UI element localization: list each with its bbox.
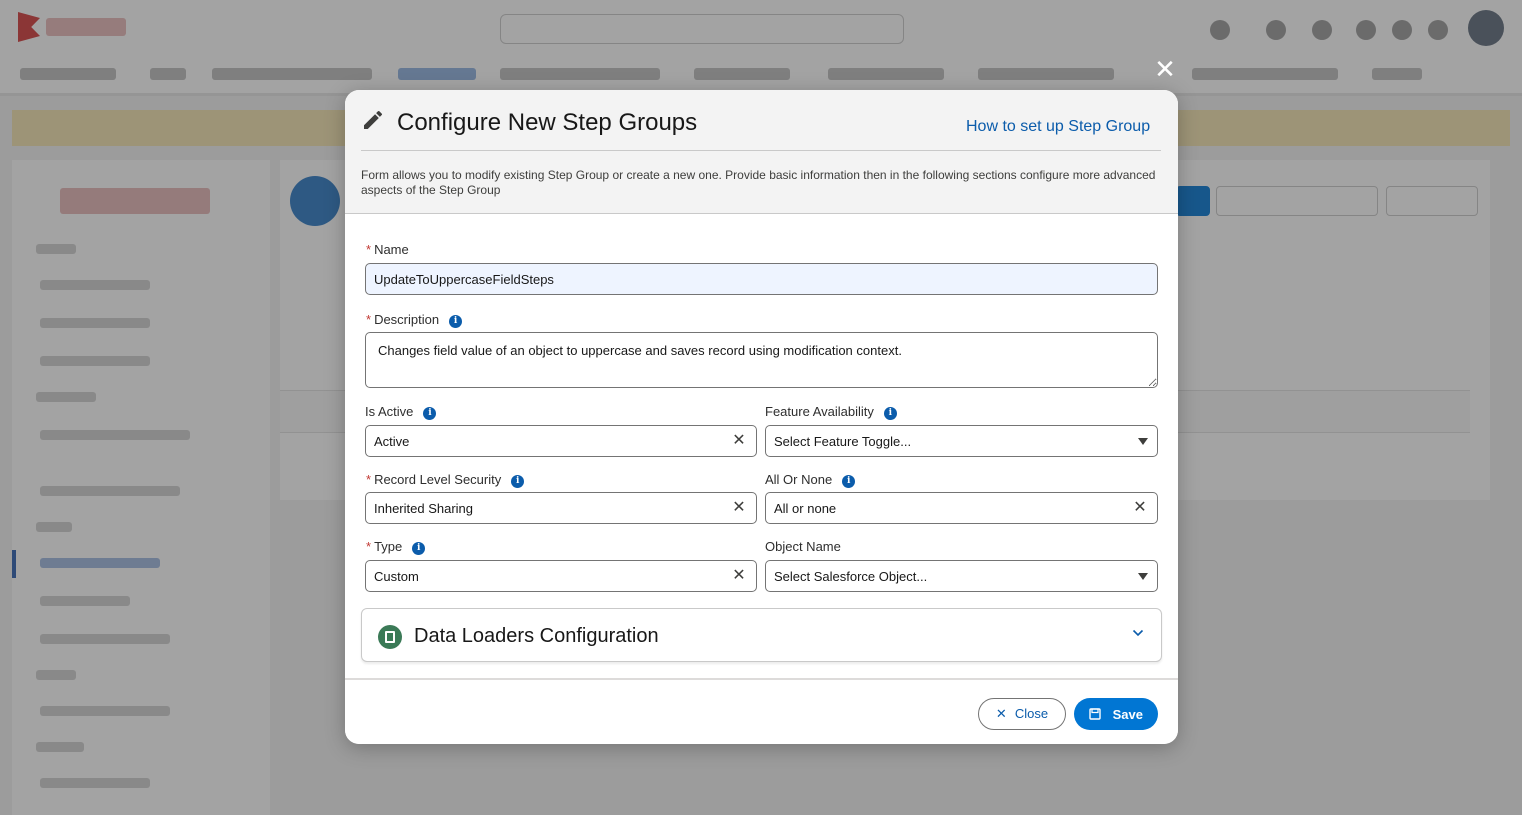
all-or-none-label: All Or None i — [765, 472, 856, 488]
object-name-combobox[interactable]: Select Salesforce Object... — [765, 560, 1158, 592]
modal-title: Configure New Step Groups — [397, 109, 698, 136]
save-button[interactable]: Save — [1074, 698, 1158, 730]
info-icon[interactable]: i — [511, 475, 525, 488]
close-icon: ✕ — [1154, 54, 1176, 84]
modal-intro-text: Form allows you to modify existing Step … — [361, 168, 1156, 197]
header-divider — [361, 150, 1161, 151]
name-input[interactable] — [365, 263, 1158, 295]
step-group-modal: Configure New Step Groups How to set up … — [345, 90, 1178, 744]
object-name-label: Object Name — [765, 539, 841, 555]
caret-down-icon — [1138, 573, 1148, 580]
save-icon — [1089, 707, 1105, 722]
clear-icon[interactable]: ✕ — [730, 499, 748, 517]
is-active-label: Is Active i — [365, 404, 437, 420]
record-level-security-combobox[interactable]: Inherited Sharing ✕ — [365, 492, 757, 524]
object-name-label-text: Object Name — [765, 539, 841, 554]
description-label: * Description i — [366, 312, 463, 328]
clear-icon[interactable]: ✕ — [1131, 499, 1149, 517]
required-marker: * — [366, 472, 372, 487]
is-active-combobox[interactable]: Active ✕ — [365, 425, 757, 457]
feature-availability-combobox[interactable]: Select Feature Toggle... — [765, 425, 1158, 457]
name-label: * Name — [366, 242, 409, 258]
info-icon[interactable]: i — [423, 407, 437, 420]
clear-icon[interactable]: ✕ — [730, 432, 748, 450]
info-icon[interactable]: i — [449, 315, 463, 328]
feature-availability-label: Feature Availability i — [765, 404, 897, 420]
pencil-icon — [364, 110, 383, 129]
required-marker: * — [366, 242, 372, 257]
all-or-none-combobox[interactable]: All or none ✕ — [765, 492, 1158, 524]
info-icon[interactable]: i — [842, 475, 856, 488]
all-or-none-label-text: All Or None — [765, 472, 833, 487]
is-active-value: Active — [374, 434, 410, 449]
accordion-title: Data Loaders Configuration — [414, 625, 659, 647]
help-link[interactable]: How to set up Step Group — [966, 118, 1150, 136]
description-textarea[interactable]: Changes field value of an object to uppe… — [365, 332, 1158, 388]
record-level-security-label: * Record Level Security i — [366, 472, 525, 488]
type-combobox[interactable]: Custom ✕ — [365, 560, 757, 592]
name-label-text: Name — [374, 242, 409, 257]
record-level-security-label-text: Record Level Security — [374, 472, 502, 487]
all-or-none-value: All or none — [774, 501, 837, 516]
type-label: * Type i — [366, 539, 426, 555]
description-label-text: Description — [374, 312, 440, 327]
chevron-down-icon[interactable] — [1132, 627, 1144, 639]
save-button-label: Save — [1112, 706, 1143, 722]
type-value: Custom — [374, 569, 419, 584]
data-loader-icon — [378, 625, 402, 649]
modal-footer: ✕ Close Save — [345, 678, 1178, 744]
feature-availability-label-text: Feature Availability — [765, 404, 874, 419]
close-icon: ✕ — [995, 706, 1007, 721]
modal-close-button[interactable]: ✕ — [1150, 54, 1180, 84]
feature-availability-placeholder: Select Feature Toggle... — [774, 434, 912, 449]
data-loaders-accordion[interactable]: Data Loaders Configuration — [361, 608, 1162, 662]
required-marker: * — [366, 312, 372, 327]
object-name-placeholder: Select Salesforce Object... — [774, 569, 928, 584]
caret-down-icon — [1138, 438, 1148, 445]
info-icon[interactable]: i — [412, 542, 426, 555]
info-icon[interactable]: i — [883, 407, 897, 420]
type-label-text: Type — [374, 539, 403, 554]
record-level-security-value: Inherited Sharing — [374, 501, 474, 516]
is-active-label-text: Is Active — [365, 404, 414, 419]
modal-header: Configure New Step Groups How to set up … — [345, 90, 1178, 214]
required-marker: * — [366, 539, 372, 554]
close-button[interactable]: ✕ Close — [978, 698, 1066, 730]
close-button-label: Close — [1014, 706, 1049, 721]
clear-icon[interactable]: ✕ — [730, 567, 748, 585]
